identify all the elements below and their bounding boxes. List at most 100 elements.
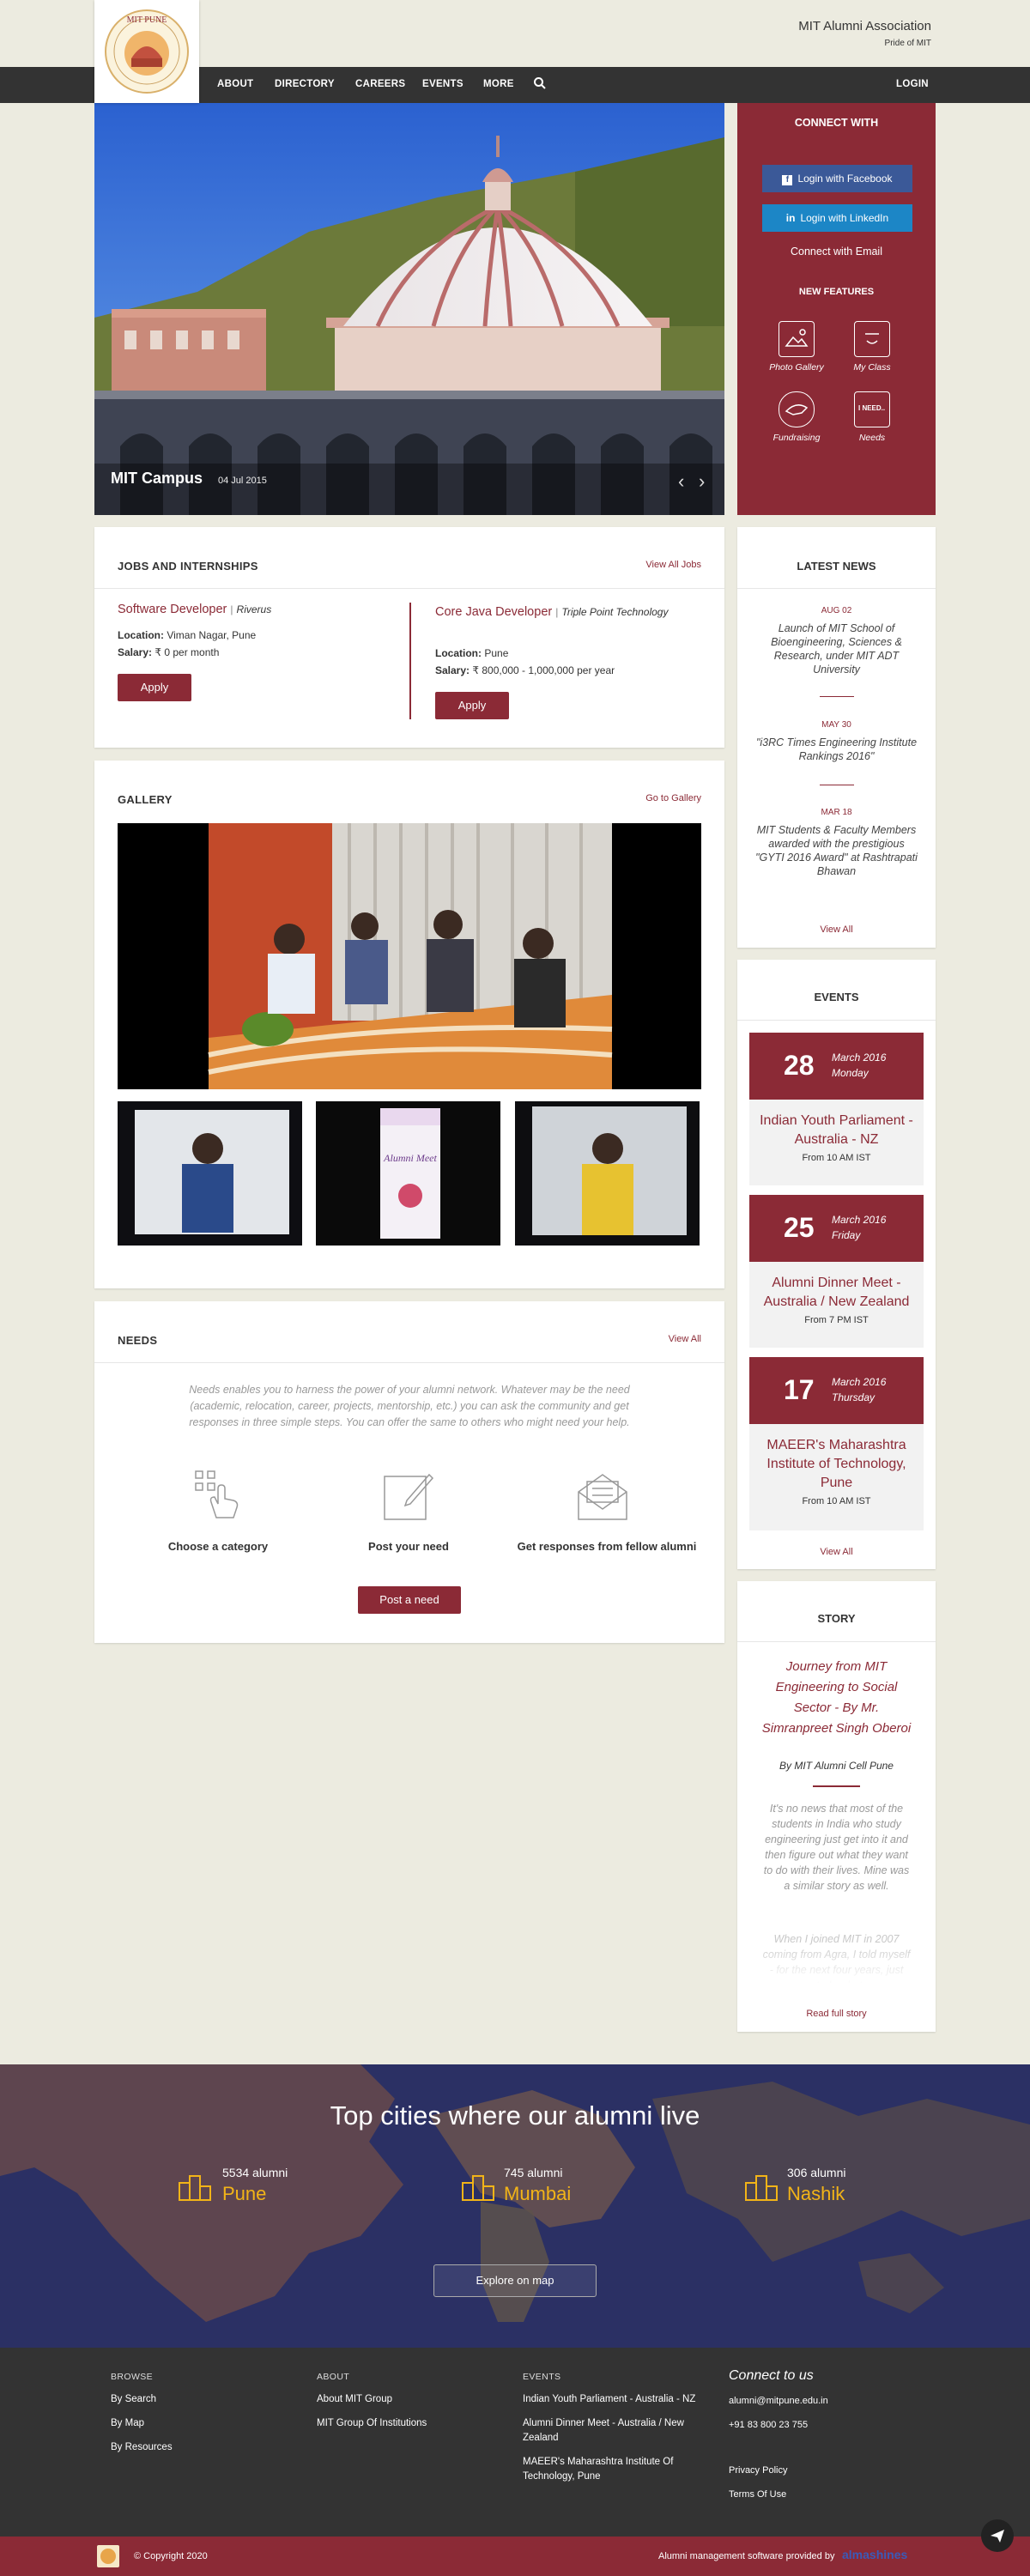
event-day: 17 xyxy=(784,1374,815,1405)
apply-button[interactable]: Apply xyxy=(435,692,509,719)
nav-events[interactable]: EVENTS xyxy=(422,79,464,89)
city-building-icon xyxy=(178,2173,212,2206)
event-item[interactable]: Indian Youth Parliament - Australia - NZ… xyxy=(749,1100,924,1185)
explore-map-button[interactable]: Explore on map xyxy=(433,2264,597,2297)
job-location: Location: Viman Nagar, Pune xyxy=(118,629,257,641)
event-title: Alumni Dinner Meet - Australia / New Zea… xyxy=(763,1276,910,1309)
event-date-block[interactable]: 25 March 2016 Friday xyxy=(749,1195,924,1262)
prev-slide-icon[interactable]: ‹ xyxy=(678,470,684,493)
gallery-thumbnail[interactable] xyxy=(118,1101,302,1246)
footer-events-title: EVENTS xyxy=(523,2372,561,2382)
feature-photo-gallery[interactable]: Photo Gallery xyxy=(766,321,827,373)
feature-my-class[interactable]: My Class xyxy=(842,321,902,373)
photo-gallery-icon xyxy=(779,321,815,357)
footer-link[interactable]: About MIT Group xyxy=(317,2392,392,2407)
story-paragraph: It's no news that most of the students i… xyxy=(763,1803,910,1892)
news-date: MAR 18 xyxy=(821,808,852,817)
nav-more[interactable]: MORE xyxy=(483,79,514,89)
event-date-block[interactable]: 17 March 2016 Thursday xyxy=(749,1357,924,1424)
hero-caption: MIT Campus xyxy=(111,470,203,487)
privacy-policy-link[interactable]: Privacy Policy xyxy=(729,2464,787,2478)
footer-email-link[interactable]: alumni@mitpune.edu.in xyxy=(729,2394,828,2409)
event-item[interactable]: Alumni Dinner Meet - Australia / New Zea… xyxy=(749,1262,924,1348)
footer-link[interactable]: By Search xyxy=(111,2392,156,2407)
needs-description: Needs enables you to harness the power o… xyxy=(189,1384,630,1428)
city-name: Mumbai xyxy=(504,2183,572,2204)
gallery-main-photo[interactable] xyxy=(118,823,701,1089)
feature-label: Needs xyxy=(858,433,886,443)
svg-text:Alumni Meet: Alumni Meet xyxy=(383,1152,437,1164)
event-title: MAEER's Maharashtra Institute of Technol… xyxy=(766,1438,906,1490)
footer-link[interactable]: By Resources xyxy=(111,2440,173,2455)
linkedin-icon: in xyxy=(785,212,796,224)
gallery-thumbnail[interactable]: Alumni Meet xyxy=(316,1101,500,1246)
view-all-news-link[interactable]: View All xyxy=(737,924,936,935)
nav-directory[interactable]: DIRECTORY xyxy=(275,79,335,89)
footer-link[interactable]: MAEER's Maharashtra Institute Of Technol… xyxy=(523,2455,707,2484)
event-time: From 7 PM IST xyxy=(804,1315,869,1325)
terms-of-use-link[interactable]: Terms Of Use xyxy=(729,2488,786,2502)
logo-text: MIT PUNE xyxy=(127,15,167,25)
feature-label: Photo Gallery xyxy=(769,362,824,373)
hero-slider[interactable]: MIT Campus 04 Jul 2015 ‹ › xyxy=(94,103,724,515)
linkedin-login-button[interactable]: in Login with LinkedIn xyxy=(762,204,912,232)
connect-panel: CONNECT WITH f Login with Facebook in Logi… xyxy=(737,103,936,515)
events-card: EVENTS 28 March 2016 Monday Indian Youth… xyxy=(737,960,936,1569)
org-name: MIT Alumni Association xyxy=(798,19,931,33)
login-link[interactable]: LOGIN xyxy=(896,79,929,89)
step-post-need: Post your need xyxy=(368,1540,449,1553)
feature-fundraising[interactable]: Fundraising xyxy=(766,391,827,443)
post-need-button[interactable]: Post a need xyxy=(358,1586,461,1614)
provided-by-text: Alumni management software provided by xyxy=(658,2551,835,2561)
go-to-gallery-link[interactable]: Go to Gallery xyxy=(645,793,701,803)
post-need-icon xyxy=(381,1470,436,1527)
nav-about[interactable]: ABOUT xyxy=(217,79,253,89)
send-message-icon[interactable] xyxy=(981,2519,1014,2552)
nav-careers[interactable]: CAREERS xyxy=(355,79,405,89)
feature-label: Fundraising xyxy=(772,433,821,443)
news-item-link[interactable]: "i3RC Times Engineering Institute Rankin… xyxy=(755,736,918,763)
event-title: Indian Youth Parliament - Australia - NZ xyxy=(760,1113,913,1147)
news-title: LATEST NEWS xyxy=(797,560,876,573)
event-date-block[interactable]: 28 March 2016 Monday xyxy=(749,1033,924,1100)
event-item[interactable]: MAEER's Maharashtra Institute of Technol… xyxy=(749,1424,924,1530)
bottom-bar: © Copyright 2020 Alumni management softw… xyxy=(0,2537,1030,2576)
view-all-jobs-link[interactable]: View All Jobs xyxy=(645,560,701,570)
footer-about-title: ABOUT xyxy=(317,2372,350,2382)
next-slide-icon[interactable]: › xyxy=(699,470,705,493)
gallery-thumbnail[interactable] xyxy=(515,1101,700,1246)
job-item: Software Developer | Riverus xyxy=(118,603,272,616)
footer-link[interactable]: MIT Group Of Institutions xyxy=(317,2416,427,2431)
job-role-link[interactable]: Software Developer xyxy=(118,603,227,616)
job-role-link[interactable]: Core Java Developer xyxy=(435,605,552,619)
needs-title: NEEDS xyxy=(118,1334,158,1347)
get-responses-icon xyxy=(575,1470,630,1527)
footer-link[interactable]: Indian Youth Parliament - Australia - NZ xyxy=(523,2392,707,2407)
view-all-needs-link[interactable]: View All xyxy=(669,1334,701,1344)
news-item-link[interactable]: Launch of MIT School of Bioengineering, … xyxy=(755,621,918,676)
copyright: © Copyright 2020 xyxy=(134,2551,208,2561)
story-headline-link[interactable]: Journey from MIT Engineering to Social S… xyxy=(760,1657,913,1739)
choose-category-icon xyxy=(192,1468,244,1525)
event-weekday: Friday xyxy=(832,1229,861,1241)
feature-needs[interactable]: I NEED.. Needs xyxy=(842,391,902,443)
city-name: Nashik xyxy=(787,2183,845,2204)
footer-logo-icon xyxy=(97,2545,119,2567)
footer-link[interactable]: By Map xyxy=(111,2416,144,2431)
read-full-story-link[interactable]: Read full story xyxy=(737,2009,936,2019)
city-name: Pune xyxy=(222,2183,267,2204)
news-date: AUG 02 xyxy=(821,606,852,615)
news-item-link[interactable]: MIT Students & Faculty Members awarded w… xyxy=(755,823,918,878)
story-byline: By MIT Alumni Cell Pune xyxy=(779,1760,894,1772)
mit-pune-logo[interactable]: MIT PUNE xyxy=(94,0,199,103)
email-connect-link[interactable]: Connect with Email xyxy=(737,245,936,258)
city-count: 306 alumni xyxy=(787,2166,846,2179)
view-all-events-link[interactable]: View All xyxy=(737,1547,936,1557)
story-card: STORY Journey from MIT Engineering to So… xyxy=(737,1581,936,2032)
search-icon[interactable] xyxy=(533,76,547,94)
almashines-link[interactable]: almashines xyxy=(842,2548,907,2561)
job-divider xyxy=(409,603,411,719)
facebook-login-button[interactable]: f Login with Facebook xyxy=(762,165,912,192)
footer-link[interactable]: Alumni Dinner Meet - Australia / New Zea… xyxy=(523,2416,707,2446)
apply-button[interactable]: Apply xyxy=(118,674,191,701)
